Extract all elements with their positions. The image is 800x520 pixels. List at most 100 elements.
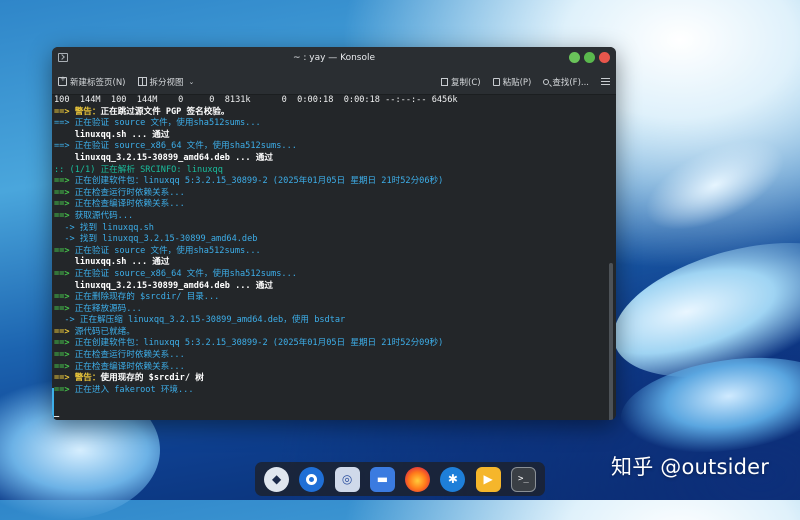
terminal-line: _	[54, 408, 606, 420]
terminal-line: ==> 警告：正在跳过源文件 PGP 签名校验。	[54, 107, 606, 119]
terminal-segment: ==>	[54, 176, 75, 187]
terminal-line: linuxqq.sh ... 通过	[54, 130, 606, 142]
search-icon	[543, 78, 550, 85]
wallpaper-wave	[632, 121, 798, 249]
terminal-segment: 正在验证 source 文件，使用sha512sums...	[74, 245, 261, 256]
terminal-segment: ==>	[54, 361, 75, 372]
terminal-segment: 正在解压缩 linuxqq_3.2.15-30899_amd64.deb，使用 …	[79, 315, 346, 326]
terminal-line: ==> 源代码已就绪。	[54, 327, 606, 339]
terminal-segment: 警告：	[74, 106, 101, 117]
split-view-icon	[137, 77, 147, 86]
toggle-icon[interactable]	[299, 466, 325, 492]
terminal-line: ==> 正在检查运行时依赖关系...	[54, 350, 606, 362]
terminal-line: ==> 正在验证 source 文件，使用sha512sums...	[54, 246, 606, 258]
folder-icon[interactable]: ▬	[369, 466, 395, 492]
close-button[interactable]	[599, 52, 610, 63]
terminal-line: ==> 获取源代码...	[54, 211, 606, 223]
hamburger-menu-icon	[601, 78, 610, 85]
new-tab-button[interactable]: 新建标签页(N)	[58, 75, 126, 88]
store-icon[interactable]: ◎	[334, 466, 360, 492]
watermark: 知乎 @outsider	[611, 455, 770, 479]
terminal-segment: ->	[54, 222, 80, 233]
paste-button[interactable]: 粘贴(P)	[492, 76, 532, 88]
terminal-segment: 源代码已就绪。	[74, 326, 135, 337]
terminal-segment: 正在释放源码...	[74, 303, 142, 314]
paste-label: 粘贴(P)	[502, 77, 532, 88]
terminal-line: linuxqq_3.2.15-30899_amd64.deb ... 通过	[54, 153, 606, 165]
terminal-line: ==> 正在验证 source_x86_64 文件，使用sha512sums..…	[54, 269, 606, 281]
find-label: 查找(F)...	[552, 77, 589, 88]
copy-button[interactable]: 复制(C)	[441, 76, 481, 88]
new-tab-icon	[58, 75, 67, 86]
konsole-icon	[58, 53, 68, 62]
terminal-line: ==> 正在验证 source_x86_64 文件，使用sha512sums..…	[54, 141, 606, 153]
terminal-segment: ==>	[54, 199, 75, 210]
hamburger-menu-button[interactable]	[601, 78, 610, 85]
terminal-line: linuxqq.sh ... 通过	[54, 257, 606, 269]
terminal-line: -> 正在解压缩 linuxqq_3.2.15-30899_amd64.deb，…	[54, 315, 606, 327]
terminal-line: ==> 正在释放源码...	[54, 304, 606, 316]
terminal-segment: ==>	[54, 338, 75, 349]
terminal-line: ==> 正在进入 fakeroot 环境...	[54, 385, 606, 397]
terminal-segment: 正在检查运行时依赖关系...	[74, 350, 185, 361]
terminal-segment: ==>	[54, 326, 75, 337]
terminal-segment: 正在进入 fakeroot 环境...	[74, 384, 194, 395]
terminal-segment: 正在检查编译时依赖关系...	[74, 361, 185, 372]
app-icon[interactable]: ✱	[440, 466, 466, 492]
terminal-segment: 正在验证 source_x86_64 文件，使用sha512sums...	[74, 268, 297, 279]
terminal-segment: ==>	[54, 292, 75, 303]
terminal-segment: linuxqq_3.2.15-30899_amd64.deb ... 通过	[54, 280, 273, 291]
split-view-button[interactable]: 拆分视图 ⌄	[137, 76, 195, 88]
terminal-line: linuxqq_3.2.15-30899_amd64.deb ... 通过	[54, 281, 606, 293]
firefox-icon[interactable]	[405, 466, 431, 492]
paste-icon	[492, 77, 500, 86]
terminal-icon[interactable]: >_	[510, 466, 536, 492]
terminal-segment: ==>	[54, 245, 75, 256]
terminal-line: ==> 正在创建软件包：linuxqq 5:3.2.15_30899-2 (20…	[54, 176, 606, 188]
terminal-line: ==> 正在检查编译时依赖关系...	[54, 199, 606, 211]
maximize-button[interactable]	[584, 52, 595, 63]
terminal-segment: 正在跳过源文件 PGP 签名校验。	[100, 106, 230, 117]
terminal-segment: :: (1/1) 正在解析 SRCINFO: linuxqq	[54, 164, 223, 175]
terminal-segment: ==>	[54, 106, 75, 117]
terminal-segment: 警告：	[74, 373, 101, 384]
dock: ◆ ◎ ▬ ✱ ▶ >_	[255, 462, 545, 496]
chevron-down-icon: ⌄	[188, 77, 195, 86]
desktop-icon[interactable]: ◆	[264, 466, 290, 492]
minimize-button[interactable]	[569, 52, 580, 63]
toolbar: 新建标签页(N) 拆分视图 ⌄ 复制(C) 粘贴(P) 查找(F)...	[52, 69, 616, 95]
terminal-segment: ==>	[54, 141, 75, 152]
terminal-segment: ==>	[54, 384, 75, 395]
terminal-segment: ->	[54, 234, 80, 245]
terminal-segment: 正在验证 source 文件，使用sha512sums...	[74, 118, 261, 129]
terminal-line: ==> 正在创建软件包：linuxqq 5:3.2.15_30899-2 (20…	[54, 338, 606, 350]
terminal-line: :: (1/1) 正在解析 SRCINFO: linuxqq	[54, 165, 606, 177]
copy-icon	[441, 77, 449, 86]
terminal-segment: linuxqq.sh ... 通过	[54, 129, 170, 140]
terminal-segment: ->	[54, 315, 80, 326]
scrollbar-thumb[interactable]	[609, 263, 613, 420]
terminal-segment: 正在删除现存的 $srcdir/ 目录...	[74, 292, 220, 303]
selection-marker	[52, 388, 54, 420]
split-view-label: 拆分视图	[149, 77, 184, 88]
terminal-segment: ==>	[54, 373, 75, 384]
terminal-segment: 正在检查编译时依赖关系...	[74, 199, 185, 210]
terminal-output[interactable]: 100 144M 100 144M 0 0 8131k 0 0:00:18 0:…	[52, 95, 606, 420]
scrollbar[interactable]	[606, 95, 616, 420]
terminal-line: ==> 正在检查编译时依赖关系...	[54, 362, 606, 374]
terminal-segment: 正在检查运行时依赖关系...	[74, 187, 185, 198]
terminal-segment: _	[54, 408, 60, 419]
terminal-segment: 找到 linuxqq.sh	[79, 222, 154, 233]
terminal-segment: ==>	[54, 187, 75, 198]
terminal-line: -> 找到 linuxqq_3.2.15-30899_amd64.deb	[54, 234, 606, 246]
find-button[interactable]: 查找(F)...	[543, 76, 589, 88]
terminal-segment: ==>	[54, 118, 75, 129]
terminal-segment: ==>	[54, 350, 75, 361]
media-player-icon[interactable]: ▶	[475, 466, 501, 492]
window-title: ~ : yay — Konsole	[292, 53, 376, 63]
titlebar[interactable]: ~ : yay — Konsole	[52, 47, 616, 69]
terminal-segment: ==>	[54, 303, 75, 314]
terminal-segment: ==>	[54, 210, 75, 221]
terminal-line: ==> 正在删除现存的 $srcdir/ 目录...	[54, 292, 606, 304]
copy-label: 复制(C)	[451, 77, 481, 88]
